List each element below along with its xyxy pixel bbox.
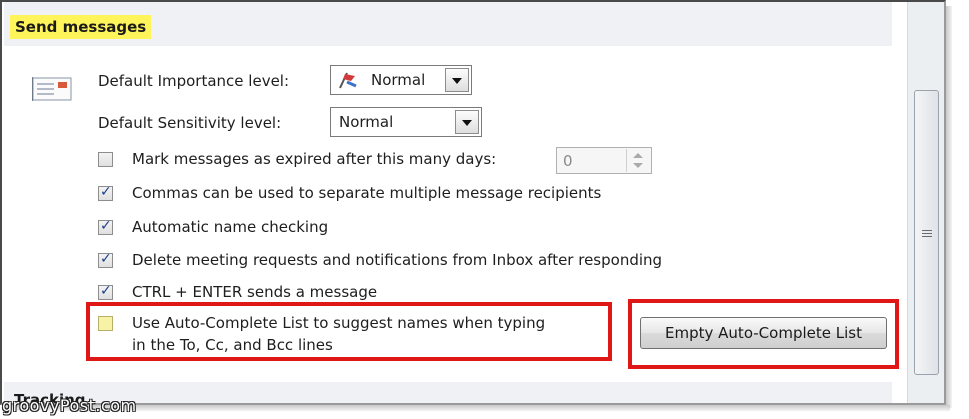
- spinner-arrows[interactable]: [626, 149, 649, 172]
- delete-meeting-checkbox[interactable]: [98, 251, 113, 268]
- vertical-scrollbar[interactable]: [907, 2, 944, 403]
- chevron-down-icon[interactable]: [633, 163, 643, 168]
- expire-days-value: 0: [563, 152, 573, 170]
- tracking-section-header: [4, 382, 892, 403]
- callout-box-checkbox: [86, 302, 612, 361]
- options-panel: Send messages Default Importance level: …: [0, 0, 946, 405]
- grip-line: [922, 236, 932, 237]
- message-lines-icon: [32, 77, 72, 101]
- expire-days-spinner[interactable]: 0: [556, 147, 652, 174]
- ctrl-enter-checkbox[interactable]: [98, 283, 113, 300]
- grip-line: [922, 233, 932, 234]
- importance-label: Default Importance level:: [98, 72, 290, 90]
- sensitivity-value: Normal: [339, 113, 394, 131]
- watermark: groovyPost.com: [2, 396, 137, 415]
- section-title: Send messages: [10, 15, 152, 39]
- sensitivity-select[interactable]: Normal: [330, 107, 482, 137]
- commas-label: Commas can be used to separate multiple …: [132, 184, 602, 202]
- chevron-down-icon[interactable]: [445, 68, 469, 92]
- chevron-up-icon[interactable]: [633, 153, 643, 158]
- name-checking-label: Automatic name checking: [132, 218, 329, 236]
- callout-box-button: [628, 299, 899, 369]
- chevron-down-icon[interactable]: [455, 110, 479, 134]
- importance-select[interactable]: Normal: [330, 65, 472, 95]
- scrollbar-thumb[interactable]: [914, 90, 939, 375]
- frame-shadow-right: [946, 6, 952, 408]
- ctrl-enter-label: CTRL + ENTER sends a message: [132, 283, 378, 301]
- commas-checkbox[interactable]: [98, 184, 113, 201]
- name-checking-checkbox[interactable]: [98, 218, 113, 235]
- importance-value: Normal: [371, 71, 426, 89]
- importance-flag-icon: [339, 72, 357, 89]
- grip-line: [922, 230, 932, 231]
- sensitivity-label: Default Sensitivity level:: [98, 114, 282, 132]
- delete-meeting-label: Delete meeting requests and notification…: [132, 251, 663, 269]
- section-header: Send messages: [4, 2, 892, 46]
- frame-shadow-bottom: [6, 405, 950, 411]
- expire-checkbox[interactable]: [98, 152, 113, 167]
- expire-label: Mark messages as expired after this many…: [132, 150, 497, 168]
